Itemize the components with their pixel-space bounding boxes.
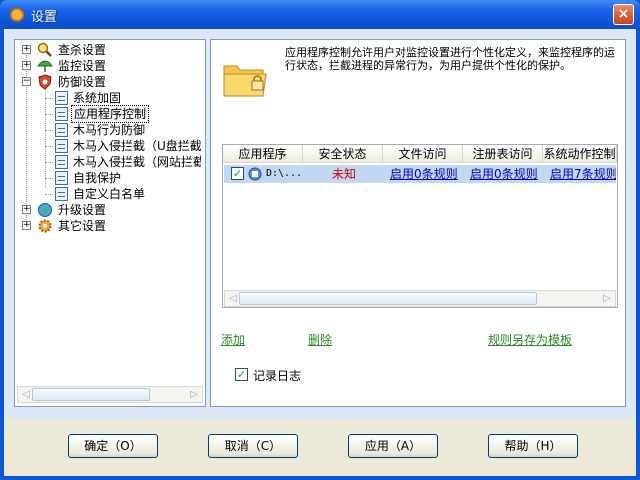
expand-toggle[interactable]: + bbox=[22, 61, 31, 70]
tree-item-label: 系统加固 bbox=[73, 91, 122, 105]
tree-item-label: 木马入侵拦截（网站拦截 bbox=[73, 155, 201, 169]
column-header-file-access[interactable]: 文件访问 bbox=[383, 145, 463, 163]
tree-item-label: 查杀设置 bbox=[58, 43, 107, 57]
tree-item-trojan-behavior[interactable]: 木马行为防御 bbox=[45, 122, 195, 138]
umbrella-icon bbox=[37, 60, 53, 72]
dialog-body: + 查杀设置 + 监控设置 − 防御设置 系统加固 应用程序控制 木马行为防御 … bbox=[4, 29, 636, 476]
rules-table: 应用程序 安全状态 文件访问 注册表访问 系统动作控制 ✓ D:\... 未知 … bbox=[222, 144, 618, 308]
tree-item-whitelist[interactable]: 自定义白名单 bbox=[45, 186, 195, 202]
scroll-right-arrow-icon[interactable]: ▷ bbox=[599, 291, 615, 306]
column-header-app[interactable]: 应用程序 bbox=[223, 145, 303, 163]
content-area: + 查杀设置 + 监控设置 − 防御设置 系统加固 应用程序控制 木马行为防御 … bbox=[4, 29, 636, 419]
delete-rule-link[interactable]: 删除 bbox=[308, 331, 332, 348]
tree-item-update-settings[interactable]: + 升级设置 bbox=[22, 202, 192, 218]
tree-item-scan-settings[interactable]: + 查杀设置 bbox=[22, 42, 192, 58]
save-as-template-link[interactable]: 规则另存为模板 bbox=[488, 331, 572, 348]
folder-lock-icon bbox=[223, 65, 267, 97]
tree-item-label: 升级设置 bbox=[58, 203, 107, 217]
tree-item-label-selected: 应用程序控制 bbox=[70, 105, 150, 123]
tree-item-web-intercept[interactable]: 木马入侵拦截（网站拦截 bbox=[45, 154, 201, 170]
scrollbar-thumb[interactable] bbox=[239, 292, 537, 305]
app-control-description: 应用程序控制允许用户对监控设置进行个性化定义，来监控程序的运行状态，拦截进程的异… bbox=[285, 46, 615, 72]
magnifier-icon bbox=[37, 42, 52, 57]
expand-toggle[interactable]: + bbox=[22, 221, 31, 230]
close-button[interactable]: × bbox=[613, 4, 634, 25]
tree-item-label: 自定义白名单 bbox=[73, 187, 146, 201]
row-checkbox[interactable]: ✓ bbox=[231, 167, 244, 180]
cell-system-action-link[interactable]: 启用7条规则 bbox=[550, 165, 616, 183]
title-bar[interactable]: 设置 × bbox=[0, 0, 640, 29]
expand-toggle[interactable]: + bbox=[22, 45, 31, 54]
app-logo-icon bbox=[9, 6, 25, 22]
document-icon bbox=[55, 123, 68, 137]
update-globe-icon bbox=[38, 203, 52, 217]
expand-toggle[interactable]: + bbox=[22, 205, 31, 214]
tree-item-defense-settings[interactable]: − 防御设置 bbox=[22, 74, 192, 90]
log-checkbox[interactable]: ✓ bbox=[235, 368, 248, 381]
document-icon bbox=[55, 107, 68, 121]
cancel-button[interactable]: 取消（C） bbox=[208, 434, 298, 458]
document-icon bbox=[55, 155, 68, 169]
scroll-right-arrow-icon[interactable]: ▷ bbox=[186, 387, 202, 402]
settings-tree-panel: + 查杀设置 + 监控设置 − 防御设置 系统加固 应用程序控制 木马行为防御 … bbox=[14, 39, 206, 407]
tree-item-self-protect[interactable]: 自我保护 bbox=[45, 170, 195, 186]
tree-item-system-hardening[interactable]: 系统加固 bbox=[45, 90, 195, 106]
column-header-system-action[interactable]: 系统动作控制 bbox=[543, 145, 617, 163]
application-icon bbox=[248, 167, 262, 181]
cell-registry-access-link[interactable]: 启用0条规则 bbox=[470, 165, 542, 183]
table-row[interactable]: ✓ D:\... 未知 启用0条规则 启用0条规则 启用7条规则 bbox=[224, 165, 616, 183]
scrollbar-thumb[interactable] bbox=[32, 388, 150, 401]
cell-app-path: D:\... bbox=[266, 168, 303, 179]
tree-item-label: 监控设置 bbox=[58, 59, 107, 73]
add-rule-link[interactable]: 添加 bbox=[221, 331, 245, 348]
collapse-toggle[interactable]: − bbox=[22, 77, 31, 86]
gear-icon bbox=[38, 219, 52, 233]
tree-item-label: 木马行为防御 bbox=[73, 123, 146, 137]
settings-window: 设置 × + 查杀设置 + 监控设置 − 防御设置 系统加固 应用程序控制 木马… bbox=[0, 0, 640, 480]
column-header-registry-access[interactable]: 注册表访问 bbox=[463, 145, 543, 163]
log-checkbox-label: 记录日志 bbox=[253, 369, 302, 383]
document-icon bbox=[55, 187, 68, 201]
app-control-panel: 应用程序控制允许用户对监控设置进行个性化定义，来监控程序的运行状态，拦截进程的异… bbox=[210, 39, 626, 407]
tree-item-label: 自我保护 bbox=[73, 171, 122, 185]
window-title: 设置 bbox=[31, 10, 58, 25]
document-icon bbox=[55, 91, 68, 105]
tree-item-monitor-settings[interactable]: + 监控设置 bbox=[22, 58, 192, 74]
tree-item-label: 木马入侵拦截（U盘拦截 bbox=[73, 139, 201, 153]
help-button[interactable]: 帮助（H） bbox=[488, 434, 578, 458]
tree-item-label: 防御设置 bbox=[58, 75, 107, 89]
tree-item-other-settings[interactable]: + 其它设置 bbox=[22, 218, 192, 234]
shield-icon bbox=[38, 74, 52, 90]
tree-item-usb-intercept[interactable]: 木马入侵拦截（U盘拦截 bbox=[45, 138, 201, 154]
column-header-status[interactable]: 安全状态 bbox=[303, 145, 383, 163]
cell-security-status: 未知 bbox=[331, 167, 356, 181]
ok-button[interactable]: 确定（O） bbox=[68, 434, 158, 458]
table-horizontal-scrollbar[interactable]: ◁ ▷ bbox=[224, 290, 616, 307]
document-icon bbox=[55, 171, 68, 185]
apply-button[interactable]: 应用（A） bbox=[348, 434, 438, 458]
tree-item-label: 其它设置 bbox=[58, 219, 107, 233]
tree-item-app-control[interactable]: 应用程序控制 bbox=[45, 105, 195, 123]
tree-horizontal-scrollbar[interactable]: ◁ ▷ bbox=[17, 386, 203, 403]
cell-file-access-link[interactable]: 启用0条规则 bbox=[390, 165, 462, 183]
document-icon bbox=[55, 139, 68, 153]
table-header: 应用程序 安全状态 文件访问 注册表访问 系统动作控制 bbox=[223, 145, 617, 163]
